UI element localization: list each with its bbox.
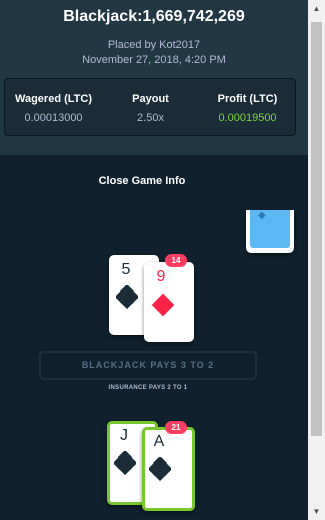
- card-rank: 5: [121, 261, 131, 278]
- payout-label: Payout: [132, 93, 169, 105]
- wagered-value: 0.00013000: [24, 112, 83, 124]
- payout-value: 2.50x: [137, 112, 164, 124]
- card-rank: 9: [156, 268, 166, 285]
- spade-icon: [116, 285, 138, 309]
- card-rank: J: [120, 427, 128, 444]
- profit-label: Profit (LTC): [217, 93, 278, 105]
- diamond-icon: [151, 293, 175, 317]
- wagered-label: Wagered (LTC): [15, 93, 92, 105]
- player-score-badge: 21: [165, 421, 187, 434]
- game-info-panel: Blackjack:1,669,742,269 Placed by Kot201…: [0, 0, 308, 520]
- bet-stats-box: Wagered (LTC) 0.00013000 Payout 2.50x Pr…: [4, 78, 296, 136]
- wagered-column: Wagered (LTC) 0.00013000: [5, 79, 102, 137]
- deck-card: ◆: [246, 210, 294, 253]
- bet-title: Blackjack:1,669,742,269: [63, 8, 245, 25]
- player-card-2: A: [142, 427, 195, 511]
- bet-header: Blackjack:1,669,742,269 Placed by Kot201…: [0, 0, 308, 155]
- spade-icon: [149, 457, 171, 481]
- card-rank: A: [153, 433, 165, 450]
- spade-icon: [114, 451, 136, 475]
- scroll-up-arrow-icon[interactable]: ▲: [308, 0, 325, 17]
- profit-column: Profit (LTC) 0.00019500: [199, 79, 296, 137]
- close-game-info-button[interactable]: Close Game Info: [0, 175, 284, 187]
- card-back-mark-icon: ◆: [258, 210, 266, 221]
- vertical-scrollbar[interactable]: ▲ ▼: [308, 0, 325, 520]
- dealer-score-badge: 14: [165, 254, 187, 267]
- dealer-card-2: 9: [144, 262, 194, 342]
- placed-by-text: Placed by Kot2017: [107, 39, 201, 51]
- bet-date: November 27, 2018, 4:20 PM: [82, 54, 226, 66]
- card-back: [250, 210, 290, 248]
- scrollbar-thumb[interactable]: [311, 22, 322, 436]
- insurance-pays-text: INSURANCE PAYS 2 TO 1: [108, 385, 188, 391]
- payout-column: Payout 2.50x: [102, 79, 199, 137]
- blackjack-pays-banner: BLACKJACK PAYS 3 TO 2: [39, 351, 257, 380]
- scroll-down-arrow-icon[interactable]: ▼: [308, 503, 325, 520]
- profit-value: 0.00019500: [218, 112, 277, 124]
